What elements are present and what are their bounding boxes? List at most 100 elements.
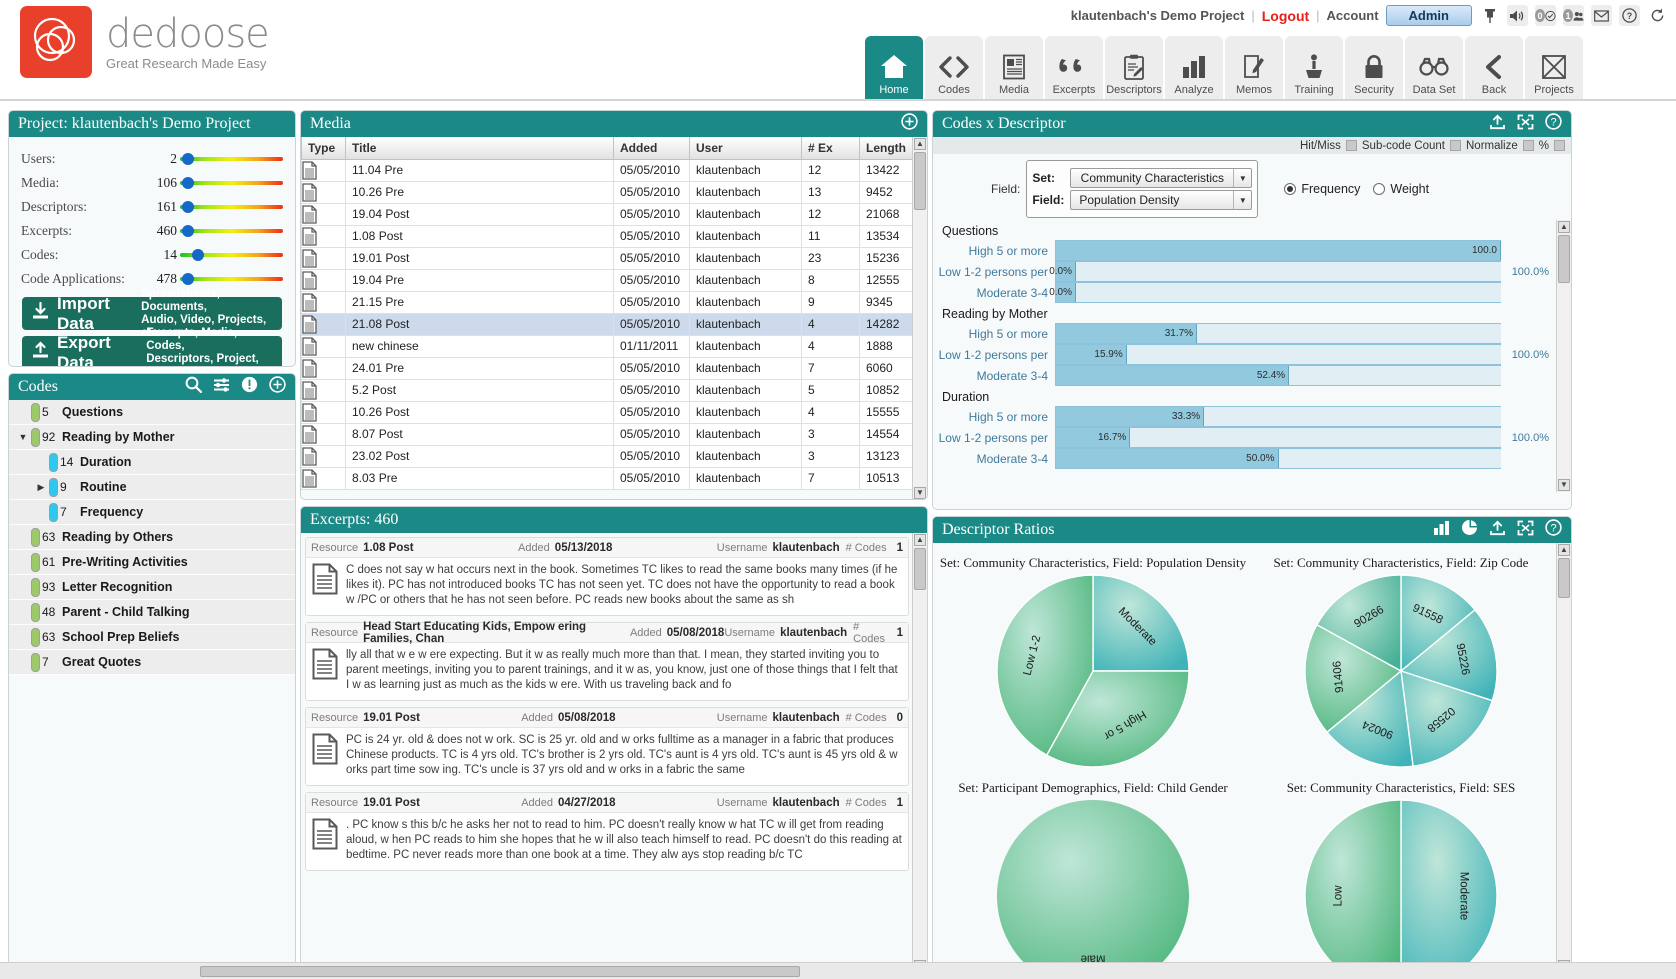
nav-tab-media[interactable]: Media (985, 36, 1043, 100)
table-row[interactable]: 24.01 Pre 05/05/2010 klautenbach 7 6060 (301, 356, 927, 380)
twisty-icon[interactable]: ▼ (15, 432, 31, 442)
tasks-complete-icon[interactable]: 0 (1535, 5, 1556, 26)
logout-link[interactable]: Logout (1262, 8, 1309, 24)
table-row[interactable]: 23.02 Post 05/05/2010 klautenbach 3 13123 (301, 444, 927, 468)
excerpt-card[interactable]: Resource 19.01 Post Added 04/27/2018 Use… (305, 792, 909, 871)
export-icon[interactable] (1489, 520, 1506, 541)
nav-tab-excerpts[interactable]: Excerpts (1045, 36, 1103, 100)
excerpts-scrollbar[interactable]: ▲ ▼ (912, 533, 927, 972)
pin-icon[interactable] (1479, 5, 1500, 26)
table-row[interactable]: 21.08 Post 05/05/2010 klautenbach 4 14282 (301, 312, 927, 336)
table-row[interactable]: 5.2 Post 05/05/2010 klautenbach 5 10852 (301, 378, 927, 402)
scroll-down-arrow[interactable]: ▼ (1558, 479, 1570, 491)
hit-miss-checkbox[interactable] (1345, 140, 1357, 151)
pie-chart-graphic[interactable]: Moderate Low (1247, 798, 1555, 972)
nav-tab-memos[interactable]: Memos (1225, 36, 1283, 100)
active-users-icon[interactable]: 1 (1563, 5, 1584, 26)
stat-gauge[interactable] (180, 201, 283, 213)
code-item-school-prep-beliefs[interactable]: 63 School Prep Beliefs (9, 625, 295, 650)
nav-tab-back[interactable]: Back (1465, 36, 1523, 100)
field-dropdown[interactable]: Population Density ▼ (1070, 190, 1253, 210)
scroll-thumb[interactable] (1558, 235, 1570, 283)
account-link[interactable]: Account (1327, 8, 1379, 23)
col-num-excerpts[interactable]: # Ex (801, 137, 860, 160)
help-icon[interactable]: ? (1619, 5, 1640, 26)
table-row[interactable]: 19.04 Pre 05/05/2010 klautenbach 8 12555 (301, 268, 927, 292)
table-row[interactable]: 1.08 Post 05/05/2010 klautenbach 11 13534 (301, 224, 927, 248)
admin-button[interactable]: Admin (1385, 5, 1472, 26)
scroll-up-arrow[interactable]: ▲ (1558, 221, 1570, 233)
help-icon[interactable]: ? (1545, 113, 1562, 135)
cxd-scrollbar[interactable]: ▲ ▼ (1556, 220, 1571, 492)
excerpt-card[interactable]: Resource 19.01 Post Added 05/08/2018 Use… (305, 707, 909, 786)
nav-tab-codes[interactable]: Codes (925, 36, 983, 100)
sound-icon[interactable] (1507, 5, 1528, 26)
media-scrollbar[interactable]: ▲ ▼ (912, 137, 927, 499)
twisty-icon[interactable]: ▶ (33, 482, 49, 493)
alert-icon[interactable] (241, 376, 258, 398)
code-item-reading-by-others[interactable]: 63 Reading by Others (9, 525, 295, 550)
add-circle-icon[interactable] (901, 113, 918, 135)
scroll-thumb[interactable] (1558, 558, 1570, 598)
col-title[interactable]: Title (345, 137, 614, 160)
table-row[interactable]: 19.04 Post 05/05/2010 klautenbach 12 21068 (301, 202, 927, 226)
percent-checkbox[interactable] (1554, 140, 1565, 151)
expand-icon[interactable] (1517, 114, 1534, 135)
table-row[interactable]: 10.26 Pre 05/05/2010 klautenbach 13 9452 (301, 180, 927, 204)
scroll-thumb[interactable] (200, 966, 800, 977)
code-item-parent-child-talking[interactable]: 48 Parent - Child Talking (9, 600, 295, 625)
nav-tab-data-set[interactable]: Data Set (1405, 36, 1463, 100)
col-added[interactable]: Added (613, 137, 690, 160)
nav-tab-training[interactable]: Training (1285, 36, 1343, 100)
nav-tab-projects[interactable]: Projects (1525, 36, 1583, 100)
table-row[interactable]: new chinese 01/11/2011 klautenbach 4 1888 (301, 334, 927, 358)
sub-code-count-checkbox[interactable] (1450, 140, 1461, 151)
table-row[interactable]: 21.15 Pre 05/05/2010 klautenbach 9 9345 (301, 290, 927, 314)
excerpt-card[interactable]: Resource 1.08 Post Added 05/13/2018 User… (305, 537, 909, 616)
code-item-pre-writing-activities[interactable]: 61 Pre-Writing Activities (9, 550, 295, 575)
expand-icon[interactable] (1517, 520, 1534, 541)
code-item-letter-recognition[interactable]: 93 Letter Recognition (9, 575, 295, 600)
scroll-up-arrow[interactable]: ▲ (1558, 544, 1570, 556)
table-row[interactable]: 19.01 Post 05/05/2010 klautenbach 23 15236 (301, 246, 927, 270)
help-icon[interactable]: ? (1545, 519, 1562, 541)
pie-chart-graphic[interactable]: Moderate High 5 or Low 1-2 (939, 573, 1247, 774)
stat-gauge[interactable] (180, 273, 283, 285)
filter-sliders-icon[interactable] (213, 377, 230, 398)
set-dropdown[interactable]: Community Characteristics ▼ (1070, 168, 1253, 188)
table-row[interactable]: 10.26 Post 05/05/2010 klautenbach 4 15555 (301, 400, 927, 424)
search-icon[interactable] (185, 376, 203, 398)
scroll-down-arrow[interactable]: ▼ (914, 487, 926, 499)
nav-tab-analyze[interactable]: Analyze (1165, 36, 1223, 100)
scroll-up-arrow[interactable]: ▲ (914, 534, 926, 546)
stat-gauge[interactable] (180, 177, 283, 189)
window-horizontal-scrollbar[interactable] (0, 962, 1676, 979)
code-item-frequency[interactable]: 7 Frequency (9, 500, 295, 525)
dr-scrollbar[interactable]: ▲ ▼ (1556, 543, 1571, 972)
table-row[interactable]: 11.04 Pre 05/05/2010 klautenbach 12 13422 (301, 158, 927, 182)
code-item-duration[interactable]: 14 Duration (9, 450, 295, 475)
col-type[interactable]: Type (301, 137, 346, 160)
import-data-button[interactable]: Import Data Spreadsheets, Documents, Aud… (22, 288, 282, 339)
code-item-reading-by-mother[interactable]: ▼ 92 Reading by Mother (9, 425, 295, 450)
code-item-great-quotes[interactable]: 7 Great Quotes (9, 650, 295, 675)
pie-chart-graphic[interactable]: Male (939, 798, 1247, 972)
code-item-questions[interactable]: 5 Questions (9, 400, 295, 425)
stat-gauge[interactable] (180, 249, 283, 261)
stat-gauge[interactable] (180, 225, 283, 237)
scroll-thumb[interactable] (914, 152, 926, 210)
pie-chart-graphic[interactable]: 91558 95226 02558 90024 91406 90266 (1247, 573, 1555, 774)
scroll-up-arrow[interactable]: ▲ (914, 138, 926, 150)
code-item-routine[interactable]: ▶ 9 Routine (9, 475, 295, 500)
nav-tab-security[interactable]: Security (1345, 36, 1403, 100)
nav-tab-home[interactable]: Home (865, 36, 923, 100)
weight-radio[interactable] (1373, 183, 1386, 195)
nav-tab-descriptors[interactable]: Descriptors (1105, 36, 1163, 100)
scroll-thumb[interactable] (914, 548, 926, 590)
export-data-button[interactable]: Export Data Excerpts, Media, Codes, Desc… (22, 327, 282, 366)
refresh-icon[interactable] (1647, 5, 1668, 26)
export-icon[interactable] (1489, 114, 1506, 135)
col-user[interactable]: User (689, 137, 802, 160)
excerpt-card[interactable]: Resource Head Start Educating Kids, Empo… (305, 621, 909, 701)
bar-chart-icon[interactable] (1433, 520, 1450, 541)
